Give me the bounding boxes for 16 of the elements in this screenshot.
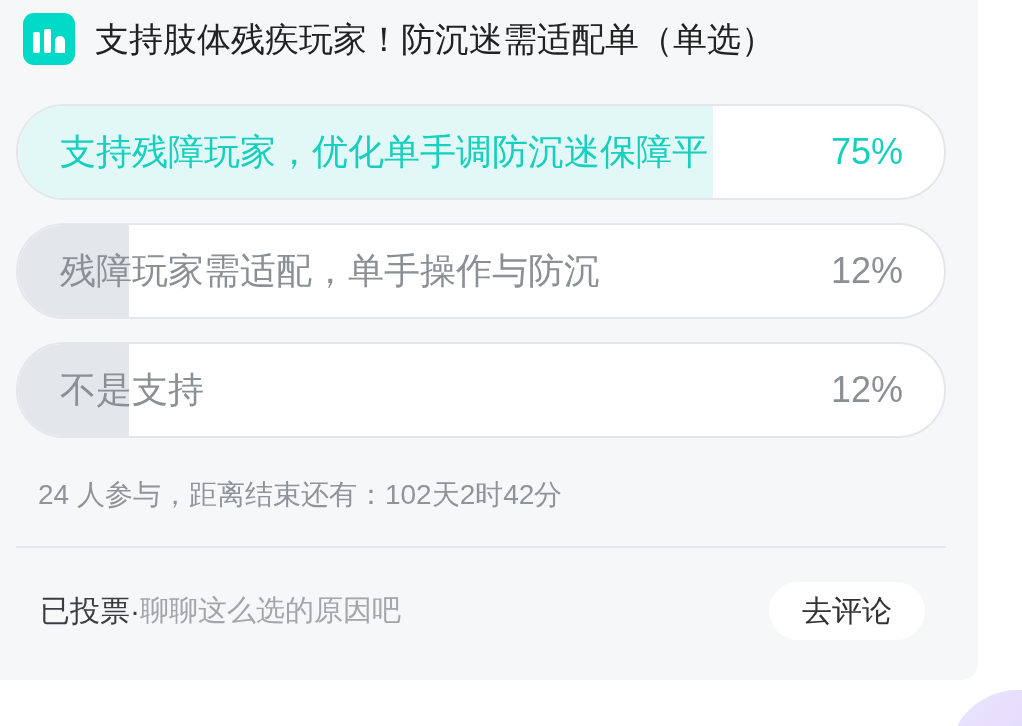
poll-title: 支持肢体残疾玩家！防沉迷需适配单（单选） (95, 18, 775, 60)
option-percent: 12% (830, 249, 903, 293)
poll-option[interactable]: 不是支持 12% (16, 342, 946, 438)
comment-button[interactable]: 去评论 (769, 581, 925, 640)
option-label: 不是支持 (60, 368, 204, 412)
option-percent: 75% (830, 130, 903, 174)
poll-option[interactable]: 支持残障玩家，优化单手调防沉迷保障平 75% (16, 104, 946, 200)
poll-summary: 24 人参与，距离结束还有：102天2时42分 (38, 478, 564, 512)
option-percent: 12% (830, 368, 903, 412)
option-label: 支持残障玩家，优化单手调防沉迷保障平 (60, 130, 708, 174)
vote-status: 已投票· (40, 592, 140, 629)
poll-option[interactable]: 残障玩家需适配，单手操作与防沉 12% (16, 223, 946, 319)
circle-decoration (958, 688, 1022, 726)
option-label: 残障玩家需适配，单手操作与防沉 (60, 249, 600, 293)
comment-prompt: 聊聊这么选的原因吧 (140, 593, 401, 628)
bar-chart-icon (23, 13, 75, 65)
